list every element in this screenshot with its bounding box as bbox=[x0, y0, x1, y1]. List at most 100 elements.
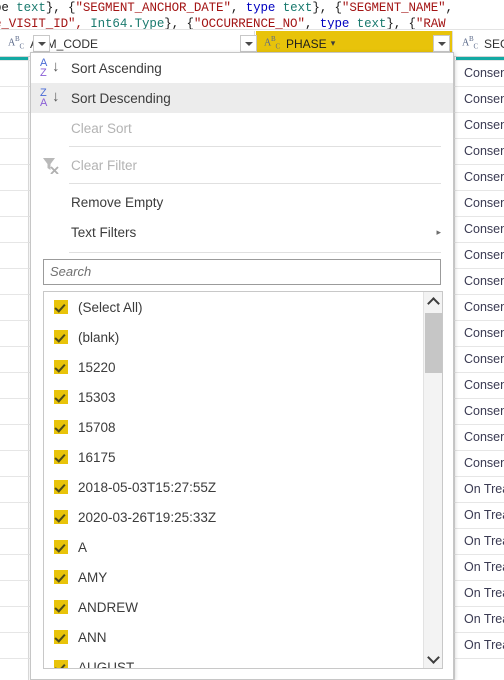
filter-value-item[interactable]: A bbox=[44, 532, 424, 562]
grid-cell[interactable]: Consen bbox=[456, 320, 504, 346]
grid-cell[interactable]: On Trea bbox=[456, 502, 504, 528]
filter-value-item[interactable]: ANDREW bbox=[44, 592, 424, 622]
formula-bar-divider bbox=[0, 29, 504, 30]
scrollbar-thumb[interactable] bbox=[425, 313, 442, 373]
filter-value-item[interactable]: 15303 bbox=[44, 382, 424, 412]
checkbox-checked-icon[interactable] bbox=[54, 450, 68, 464]
grid-cell[interactable]: Consen bbox=[456, 372, 504, 398]
checkbox-checked-icon[interactable] bbox=[54, 600, 68, 614]
formula-token bbox=[275, 1, 282, 15]
grid-cell[interactable]: Consen bbox=[456, 398, 504, 424]
filter-value-list: (Select All) (blank) 15220 15303 15708 16175 2… bbox=[43, 291, 443, 669]
checkbox-checked-icon[interactable] bbox=[54, 510, 68, 524]
menu-item-text-filters[interactable]: Text Filters ▸ bbox=[31, 217, 453, 247]
filter-value-item[interactable]: ANN bbox=[44, 622, 424, 652]
filter-value-item[interactable]: (blank) bbox=[44, 322, 424, 352]
menu-divider bbox=[69, 183, 441, 184]
chevron-up-icon bbox=[427, 296, 440, 310]
grid-cell[interactable]: On Trea bbox=[456, 580, 504, 606]
grid-cell[interactable]: Consen bbox=[456, 346, 504, 372]
column-header-seg[interactable]: ABC SEG bbox=[454, 31, 504, 56]
filter-value-label: 15303 bbox=[78, 389, 116, 405]
scroll-down-button[interactable] bbox=[424, 649, 442, 668]
grid-cell[interactable]: On Trea bbox=[456, 554, 504, 580]
column-header-label: SEG bbox=[484, 36, 504, 51]
search-input[interactable]: Search bbox=[43, 259, 441, 285]
filter-value-label: 2018-05-03T15:27:55Z bbox=[78, 479, 217, 495]
formula-token: "SEGMENT_NAME" bbox=[341, 1, 446, 15]
chevron-down-icon bbox=[37, 41, 46, 46]
formula-token: "SEGMENT_ANCHOR_DATE" bbox=[75, 1, 231, 15]
text-type-icon: ABC bbox=[462, 35, 478, 51]
filter-value-label: A bbox=[78, 539, 88, 555]
formula-token: }, { bbox=[312, 1, 342, 15]
checkbox-checked-icon[interactable] bbox=[54, 630, 68, 644]
filter-value-item[interactable]: 16175 bbox=[44, 442, 424, 472]
menu-item-sort-ascending[interactable]: A Z ↓ Sort Ascending bbox=[31, 53, 453, 83]
grid-cell[interactable]: Consen bbox=[456, 242, 504, 268]
grid-cell[interactable]: Consen bbox=[456, 86, 504, 112]
menu-divider bbox=[69, 146, 441, 147]
menu-item-sort-descending[interactable]: Z A ↓ Sort Descending bbox=[31, 83, 453, 113]
grid-cell[interactable]: Consen bbox=[456, 216, 504, 242]
grid-cell[interactable]: On Trea bbox=[456, 606, 504, 632]
formula-line-1: pe text}, {"SEGMENT_ANCHOR_DATE", type t… bbox=[0, 1, 453, 16]
formula-token: text bbox=[282, 1, 313, 15]
column-filter-dropdown: A Z ↓ Sort Ascending Z A ↓ Sort Descending Clear… bbox=[30, 52, 454, 680]
grid-cell[interactable]: Consen bbox=[456, 450, 504, 476]
checkbox-checked-icon[interactable] bbox=[54, 540, 68, 554]
grid-cell[interactable]: Consen bbox=[456, 190, 504, 216]
column-filter-button-seg[interactable] bbox=[433, 35, 450, 52]
formula-token: }, { bbox=[45, 1, 76, 15]
filter-value-item[interactable]: (Select All) bbox=[44, 292, 424, 322]
formula-token: pe bbox=[0, 1, 9, 15]
grid-cell[interactable]: On Trea bbox=[456, 476, 504, 502]
checkbox-checked-icon[interactable] bbox=[54, 420, 68, 434]
filter-value-label: (blank) bbox=[78, 329, 120, 345]
filter-value-item[interactable]: AUGUST bbox=[44, 652, 424, 668]
menu-item-clear-sort: Clear Sort bbox=[31, 113, 453, 143]
filter-value-label: ANDREW bbox=[78, 599, 138, 615]
menu-item-label: Clear Sort bbox=[71, 120, 132, 136]
checkbox-checked-icon[interactable] bbox=[54, 570, 68, 584]
checkbox-checked-icon[interactable] bbox=[54, 480, 68, 494]
grid-cell[interactable]: Consen bbox=[456, 112, 504, 138]
grid-cell[interactable]: On Trea bbox=[456, 632, 504, 658]
menu-item-clear-filter: Clear Filter bbox=[31, 150, 453, 180]
chevron-down-icon bbox=[437, 41, 446, 46]
filter-value-label: 15220 bbox=[78, 359, 116, 375]
filter-list-scrollbar[interactable] bbox=[423, 292, 442, 668]
column-filter-button-phase[interactable] bbox=[240, 35, 257, 52]
menu-item-label: Sort Ascending bbox=[71, 60, 162, 76]
filter-value-label: 2020-03-26T19:25:33Z bbox=[78, 509, 217, 525]
grid-cell[interactable]: Consen bbox=[456, 268, 504, 294]
sort-ascending-icon: A Z ↓ bbox=[40, 57, 60, 79]
filter-menu-list: A Z ↓ Sort Ascending Z A ↓ Sort Descending Clear… bbox=[31, 53, 453, 247]
filter-value-item[interactable]: 2020-03-26T19:25:33Z bbox=[44, 502, 424, 532]
column-filter-button-arm-code[interactable] bbox=[33, 35, 50, 52]
checkbox-checked-icon[interactable] bbox=[54, 300, 68, 314]
grid-cell[interactable]: Consen bbox=[456, 164, 504, 190]
menu-item-label: Sort Descending bbox=[71, 90, 171, 106]
checkbox-checked-icon[interactable] bbox=[54, 330, 68, 344]
filter-value-label: 15708 bbox=[78, 419, 116, 435]
filter-value-item[interactable]: 15220 bbox=[44, 352, 424, 382]
menu-divider bbox=[69, 252, 441, 253]
grid-cell[interactable]: Consen bbox=[456, 60, 504, 86]
grid-cell[interactable]: Consen bbox=[456, 294, 504, 320]
formula-token: type bbox=[245, 1, 276, 15]
filter-search-wrap: Search bbox=[43, 259, 441, 285]
formula-bar[interactable]: pe text}, {"SEGMENT_ANCHOR_DATE", type t… bbox=[0, 0, 504, 30]
grid-cell[interactable]: On Trea bbox=[456, 528, 504, 554]
filter-value-item[interactable]: AMY bbox=[44, 562, 424, 592]
checkbox-checked-icon[interactable] bbox=[54, 360, 68, 374]
grid-cell[interactable]: Consen bbox=[456, 424, 504, 450]
checkbox-checked-icon[interactable] bbox=[54, 660, 68, 668]
checkbox-checked-icon[interactable] bbox=[54, 390, 68, 404]
filter-value-item[interactable]: 2018-05-03T15:27:55Z bbox=[44, 472, 424, 502]
menu-item-remove-empty[interactable]: Remove Empty bbox=[31, 187, 453, 217]
scroll-up-button[interactable] bbox=[424, 292, 442, 311]
formula-token: , bbox=[445, 1, 454, 15]
grid-cell[interactable]: Consen bbox=[456, 138, 504, 164]
filter-value-item[interactable]: 15708 bbox=[44, 412, 424, 442]
